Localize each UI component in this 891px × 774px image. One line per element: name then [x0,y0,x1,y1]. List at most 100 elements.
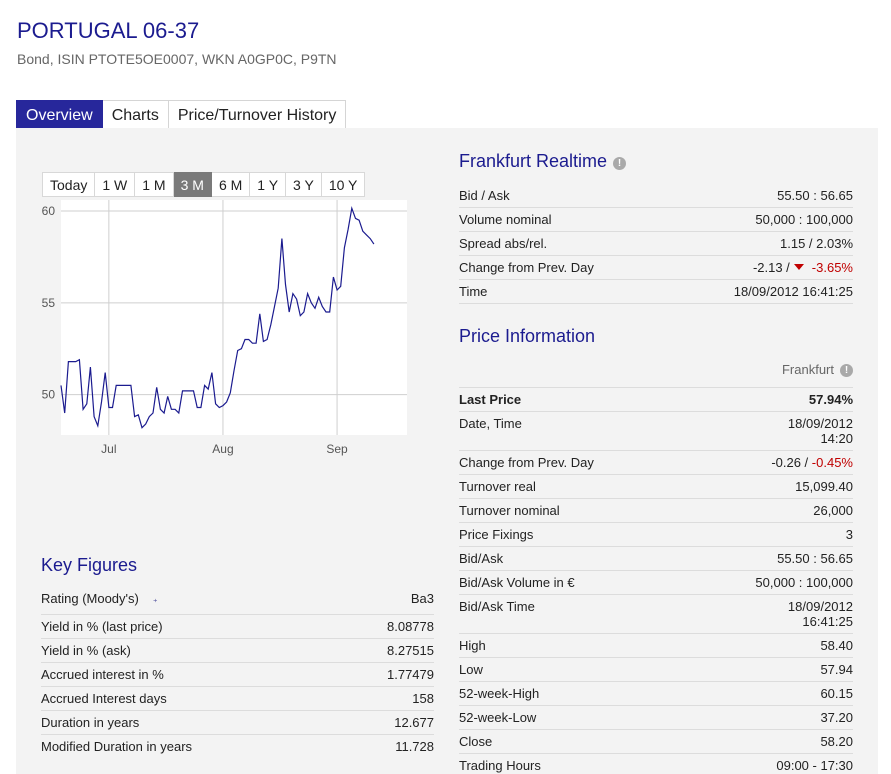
row-label: Duration in years [41,715,140,730]
range-6m[interactable]: 6 M [211,172,251,197]
table-row: 52-week-High 60.15 [459,682,853,706]
row-label: Price Fixings [459,527,534,542]
change-abs: -2.13 / [752,260,790,275]
date-value: 18/09/2012 [787,599,853,614]
row-value: 58.40 [820,638,853,653]
table-row: Bid/Ask Time 18/09/2012 16:41:25 [459,595,853,634]
row-label: Time [459,284,488,299]
row-label: Low [459,662,483,677]
table-row: Last Price 57.94% [459,388,853,412]
table-row: Bid/Ask Volume in € 50,000 : 100,000 [459,571,853,595]
table-row: Change from Prev. Day -0.26 / -0.45% [459,451,853,475]
row-label: Date, Time [459,416,522,431]
row-value: 11.728 [395,739,434,754]
table-row: Bid / Ask 55.50 : 56.65 [459,184,853,208]
down-arrow-icon [793,264,804,270]
row-label: Yield in % (ask) [41,643,131,658]
row-label: 52-week-High [459,686,540,701]
moodys-info-icon[interactable]: ⁺ [153,597,158,607]
row-value: 18/09/2012 16:41:25 [788,599,853,629]
row-value: 37.20 [820,710,853,725]
tab-charts[interactable]: Charts [102,100,169,129]
tab-overview[interactable]: Overview [16,100,103,129]
table-row: Bid/Ask 55.50 : 56.65 [459,547,853,571]
frankfurt-realtime-table: Bid / Ask 55.50 : 56.65 Volume nominal 5… [459,184,853,304]
plot-area [61,200,407,435]
range-1w[interactable]: 1 W [95,172,136,197]
row-label: Close [459,734,493,749]
key-figures-table: Rating (Moody's) ⁺ Ba3 Yield in % (last p… [41,587,434,758]
row-label: Change from Prev. Day [459,455,594,470]
row-label: Change from Prev. Day [459,260,594,275]
change-rel: -3.65% [811,260,853,275]
range-1y[interactable]: 1 Y [250,172,287,197]
y-tick-label: 50 [42,388,56,402]
table-row: 52-week-Low 37.20 [459,706,853,730]
key-figures-heading: Key Figures [41,555,138,575]
table-row: Accrued interest in % 1.77479 [41,663,434,687]
page-title: PORTUGAL 06-37 [17,18,200,43]
row-label: Last Price [459,392,522,407]
row-value: 18/09/2012 16:41:25 [733,284,853,299]
row-value: -2.13 / -3.65% [753,260,853,275]
table-row: Change from Prev. Day -2.13 / -3.65% [459,256,853,280]
range-1m[interactable]: 1 M [135,172,174,197]
row-value: 8.27515 [387,643,434,658]
table-row: Low 57.94 [459,658,853,682]
price-information-table: Last Price 57.94% Date, Time 18/09/2012 1… [459,388,853,774]
table-row: Volume nominal 50,000 : 100,000 [459,208,853,232]
row-value: Ba3 [410,591,434,606]
row-label: Yield in % (last price) [41,619,163,634]
venue-name: Frankfurt [781,362,834,377]
time-value: 16:41:25 [802,614,853,629]
row-value: 57.94 [820,662,853,677]
range-3m[interactable]: 3 M [173,172,212,197]
row-label: Accrued interest in % [41,667,164,682]
row-value: 57.94% [808,392,853,407]
row-label: Accrued Interest days [41,691,167,706]
row-value: 60.15 [820,686,853,701]
table-row: Turnover nominal 26,000 [459,499,853,523]
time-value: 14:20 [820,431,853,446]
row-label: 52-week-Low [459,710,537,725]
table-row: Modified Duration in years 11.728 [41,735,434,758]
range-10y[interactable]: 10 Y [321,172,366,197]
change-abs: -0.26 / [771,455,809,470]
venue-label: Frankfurt! [459,362,853,388]
row-value: 55.50 : 56.65 [777,551,853,566]
main-tabs: Overview Charts Price/Turnover History [16,100,347,129]
info-icon[interactable]: ! [613,157,627,170]
table-row: Turnover real 15,099.40 [459,475,853,499]
table-row: Duration in years 12.677 [41,711,434,735]
date-value: 18/09/2012 [787,416,853,431]
change-rel: -0.45% [811,455,853,470]
row-label: Turnover nominal [459,503,560,518]
range-3y[interactable]: 3 Y [286,172,322,197]
row-value: -0.26 / -0.45% [771,455,853,470]
table-row: Date, Time 18/09/2012 14:20 [459,412,853,451]
rating-label: Rating (Moody's) [41,591,139,606]
row-label: Bid/Ask Time [459,599,535,614]
table-row: Rating (Moody's) ⁺ Ba3 [41,587,434,615]
price-chart: 50 55 60 Jul Aug Sep [42,200,407,456]
row-value: 55.50 : 56.65 [777,188,853,203]
row-label: Bid/Ask [459,551,504,566]
range-today[interactable]: Today [42,172,96,197]
x-tick-label: Jul [101,442,116,456]
row-value: 50,000 : 100,000 [755,575,853,590]
table-row: Yield in % (ask) 8.27515 [41,639,434,663]
info-icon[interactable]: ! [840,364,853,377]
tab-price-turnover-history[interactable]: Price/Turnover History [168,100,347,129]
row-label: Spread abs/rel. [459,236,548,251]
row-value: 15,099.40 [795,479,853,494]
row-value: 26,000 [813,503,853,518]
chart-range-selector: Today 1 W 1 M 3 M 6 M 1 Y 3 Y 10 Y [42,172,366,197]
table-row: Yield in % (last price) 8.08778 [41,615,434,639]
row-value: 50,000 : 100,000 [755,212,853,227]
row-label: Trading Hours [459,758,541,773]
row-label: Rating (Moody's) ⁺ [41,591,158,610]
x-tick-label: Aug [212,442,233,456]
table-row: Accrued Interest days 158 [41,687,434,711]
row-label: Modified Duration in years [41,739,193,754]
row-value: 09:00 - 17:30 [776,758,853,773]
